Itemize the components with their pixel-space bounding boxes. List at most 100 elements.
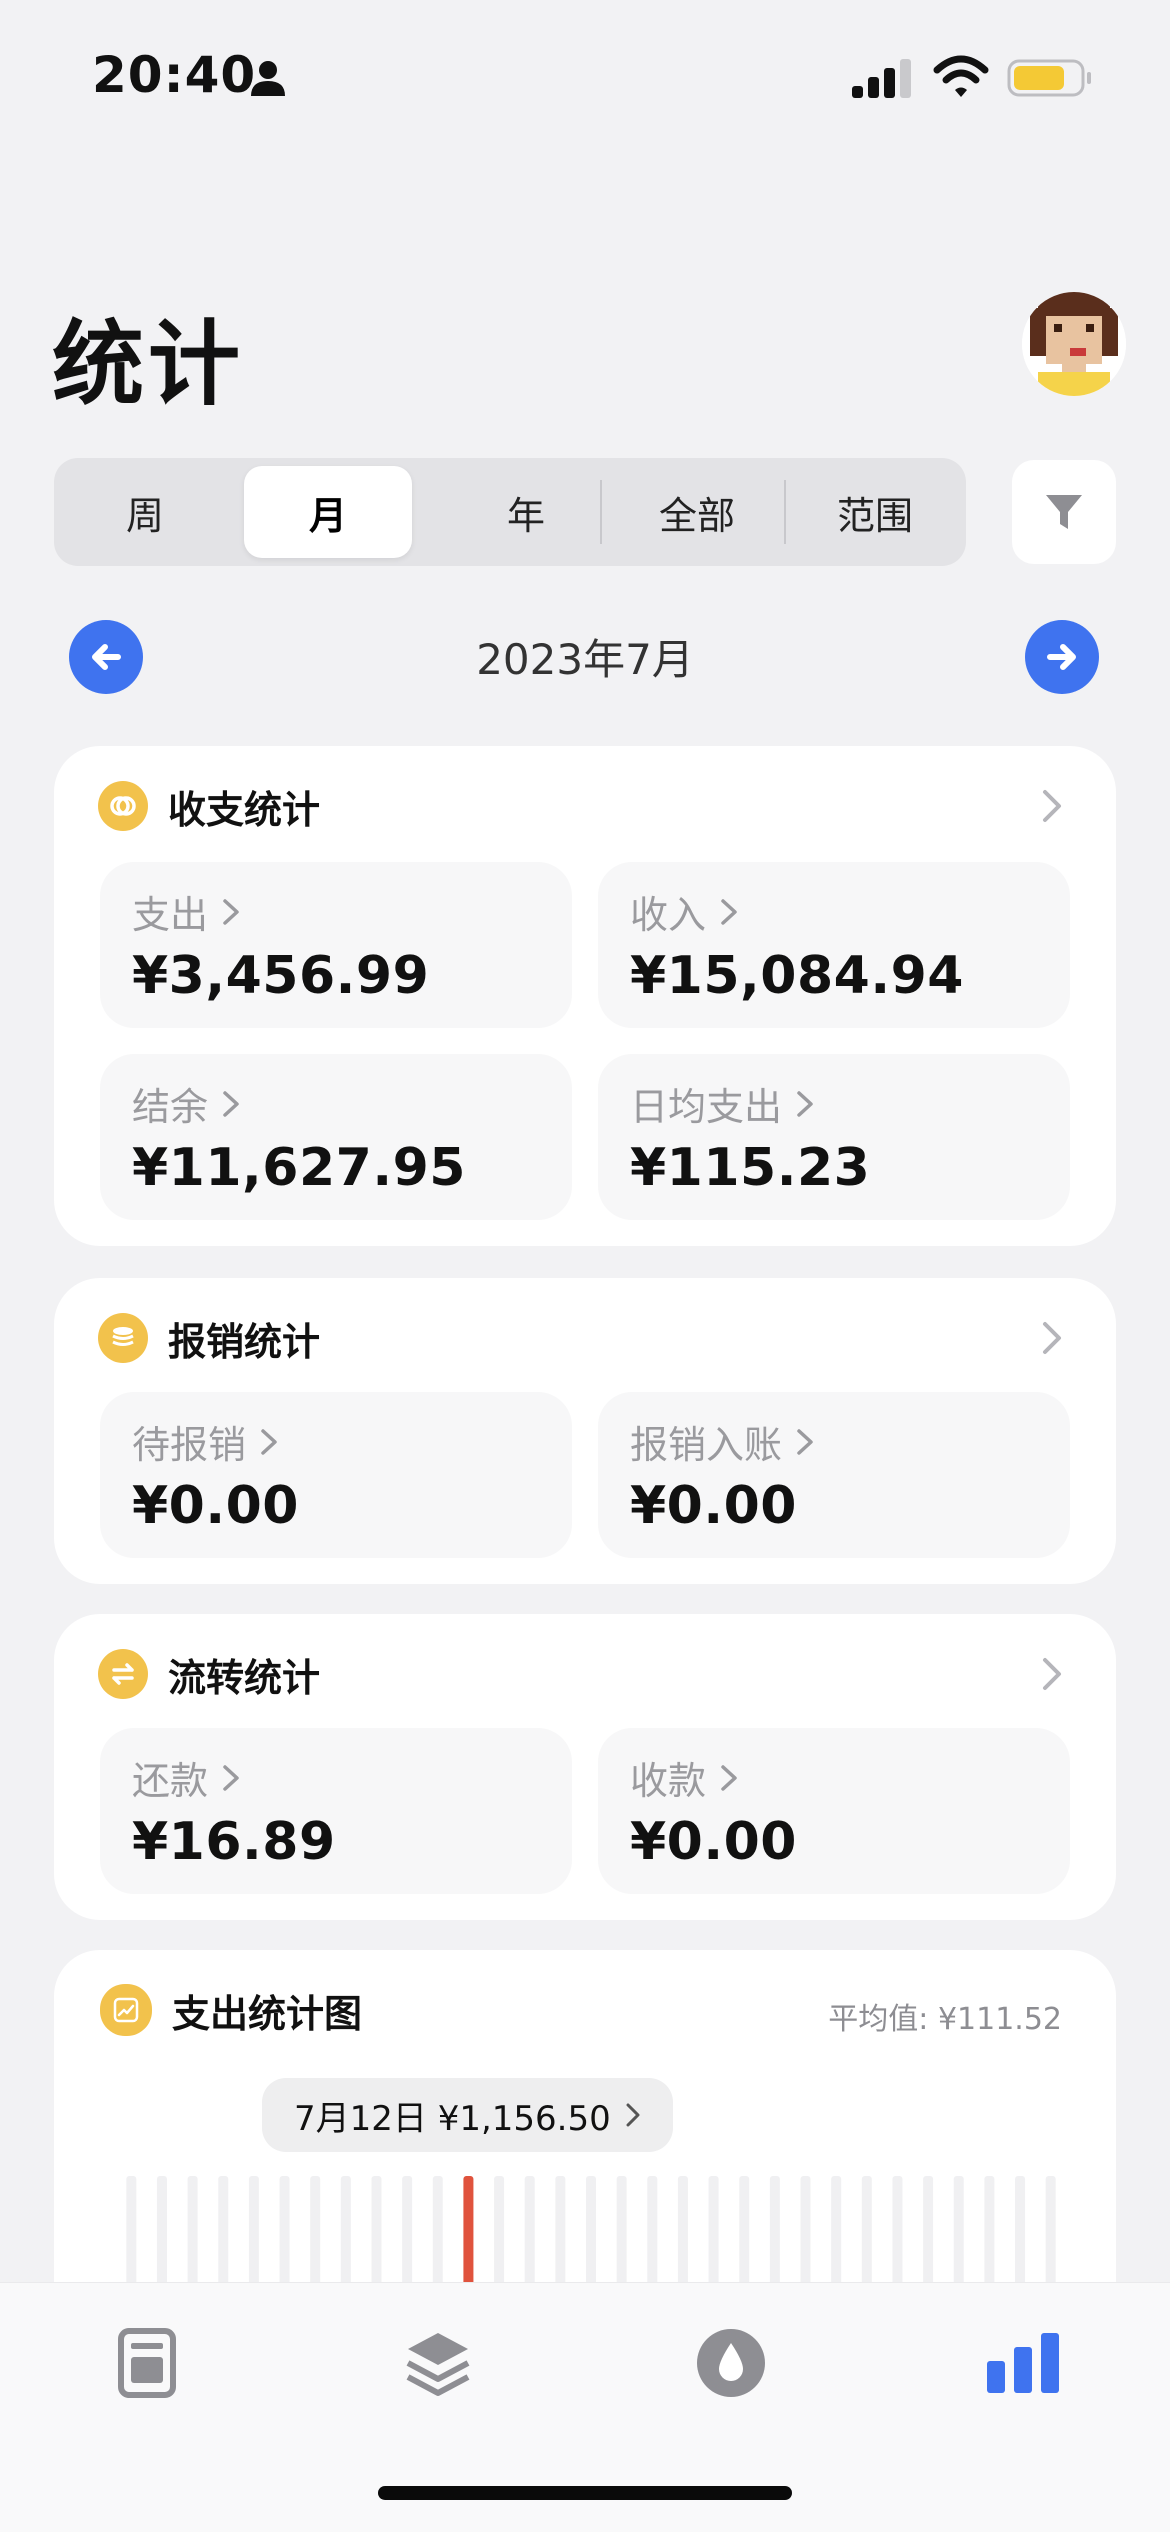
tab-ledger[interactable] <box>107 2323 187 2403</box>
chart-bar-track[interactable] <box>494 2176 505 2296</box>
tab-statistics[interactable] <box>983 2323 1063 2403</box>
chart-bar-track[interactable] <box>861 2176 872 2296</box>
reimbursement-received-tile[interactable]: 报销入账 ¥0.00 <box>598 1392 1070 1558</box>
chart-bar-track[interactable] <box>647 2176 658 2296</box>
person-icon <box>251 61 285 96</box>
chart-bar-track[interactable] <box>708 2176 719 2296</box>
chevron-right-icon[interactable] <box>1040 1320 1064 1356</box>
card-header: 收支统计 <box>98 780 320 832</box>
chart-bar-track[interactable] <box>555 2176 566 2296</box>
avatar-pixel-icon <box>1022 292 1126 396</box>
chevron-right-icon <box>223 1764 239 1791</box>
chevron-right-icon <box>223 1090 239 1117</box>
arrow-right-icon <box>1047 644 1076 670</box>
chevron-right-icon[interactable] <box>1040 1656 1064 1692</box>
chart-bar-track[interactable] <box>677 2176 688 2296</box>
chart-bar-track[interactable] <box>310 2176 321 2296</box>
segment-year[interactable]: 年 <box>436 458 616 566</box>
tile-value: ¥11,627.95 <box>132 1138 466 1198</box>
expense-bar-chart[interactable] <box>116 2176 1066 2296</box>
chart-bar-track[interactable] <box>953 2176 964 2296</box>
chevron-right-icon <box>626 2103 640 2127</box>
chart-bar-track[interactable] <box>432 2176 443 2296</box>
chart-bar-track[interactable] <box>1015 2176 1026 2296</box>
income-tile[interactable]: 收入 ¥15,084.94 <box>598 862 1070 1028</box>
tile-value: ¥3,456.99 <box>132 946 430 1006</box>
balance-tile[interactable]: 结余 ¥11,627.95 <box>100 1054 572 1220</box>
tile-label: 结余 <box>132 1085 209 1129</box>
tile-label: 收款 <box>630 1759 707 1803</box>
chart-tooltip[interactable]: 7月12日 ¥1,156.50 <box>262 2078 673 2152</box>
reimbursement-card[interactable]: 报销统计 待报销 ¥0.00 报销入账 ¥0.00 <box>54 1278 1116 1584</box>
tile-label: 日均支出 <box>630 1085 783 1129</box>
tile-label: 收入 <box>630 893 707 937</box>
chevron-right-icon <box>261 1428 277 1455</box>
tile-value: ¥16.89 <box>132 1812 336 1872</box>
status-bar: 20:40 <box>0 0 1170 150</box>
chart-bar-track[interactable] <box>371 2176 382 2296</box>
chart-bar-track[interactable] <box>340 2176 351 2296</box>
pending-reimbursement-tile[interactable]: 待报销 ¥0.00 <box>100 1392 572 1558</box>
tile-label: 支出 <box>132 893 209 937</box>
chart-bar-track[interactable] <box>892 2176 903 2296</box>
segment-divider <box>784 480 786 544</box>
chart-bar-track[interactable] <box>616 2176 627 2296</box>
chart-bar-track[interactable] <box>126 2176 137 2296</box>
wifi-icon <box>933 55 989 97</box>
chart-bar-track[interactable] <box>831 2176 842 2296</box>
transfer-card[interactable]: 流转统计 还款 ¥16.89 收款 ¥0.00 <box>54 1614 1116 1920</box>
bar-chart-icon <box>987 2333 1059 2393</box>
card-header: 流转统计 <box>98 1648 320 1700</box>
chart-bar-track[interactable] <box>769 2176 780 2296</box>
ledger-icon <box>118 2328 176 2398</box>
coins-icon <box>98 1313 148 1363</box>
chart-bar-highlight[interactable] <box>463 2176 474 2296</box>
chart-bar-track[interactable] <box>923 2176 934 2296</box>
segment-month[interactable]: 月 <box>244 466 412 558</box>
chart-bar-track[interactable] <box>1045 2176 1056 2296</box>
filter-button[interactable] <box>1012 460 1116 564</box>
cellular-signal-icon <box>852 59 911 98</box>
period-segmented-control: 周 月 年 全部 范围 <box>54 458 966 566</box>
avatar[interactable] <box>1022 292 1126 396</box>
chart-bar-track[interactable] <box>248 2176 259 2296</box>
tile-label: 还款 <box>132 1759 209 1803</box>
swap-icon <box>98 1649 148 1699</box>
chart-bar-track[interactable] <box>156 2176 167 2296</box>
page-title: 统计 <box>52 311 245 418</box>
segment-range[interactable]: 范围 <box>790 458 960 566</box>
home-indicator <box>378 2486 792 2500</box>
chart-bar-track[interactable] <box>984 2176 995 2296</box>
chevron-right-icon[interactable] <box>1040 788 1064 824</box>
chart-bar-track[interactable] <box>800 2176 811 2296</box>
tab-drop[interactable] <box>691 2323 771 2403</box>
chart-bar-track[interactable] <box>739 2176 750 2296</box>
tile-value: ¥115.23 <box>630 1138 871 1198</box>
chart-bar-track[interactable] <box>402 2176 413 2296</box>
chart-bar-track[interactable] <box>586 2176 596 2296</box>
chevron-right-icon <box>721 1764 737 1791</box>
segment-all[interactable]: 全部 <box>612 458 782 566</box>
daily-average-tile[interactable]: 日均支出 ¥115.23 <box>598 1054 1070 1220</box>
card-title: 报销统计 <box>168 1319 321 1364</box>
chart-bar-track[interactable] <box>187 2176 198 2296</box>
tile-value: ¥0.00 <box>132 1476 299 1536</box>
tile-label: 报销入账 <box>630 1423 783 1467</box>
status-time: 20:40 <box>92 46 257 104</box>
expense-tile[interactable]: 支出 ¥3,456.99 <box>100 862 572 1028</box>
segment-week[interactable]: 周 <box>70 458 220 566</box>
tab-assets[interactable] <box>398 2323 478 2403</box>
tile-value: ¥15,084.94 <box>630 946 964 1006</box>
tile-label: 待报销 <box>132 1423 247 1467</box>
trend-icon <box>100 1984 152 2036</box>
tooltip-text: 7月12日 ¥1,156.50 <box>294 2098 611 2139</box>
card-title: 收支统计 <box>168 787 321 832</box>
income-expense-card[interactable]: 收支统计 支出 ¥3,456.99 收入 ¥15,084.94 结余 ¥11,6… <box>54 746 1116 1246</box>
current-month-label[interactable]: 2023年7月 <box>0 626 1170 687</box>
repayment-tile[interactable]: 还款 ¥16.89 <box>100 1728 572 1894</box>
chart-bar-track[interactable] <box>279 2176 290 2296</box>
chart-bar-track[interactable] <box>524 2176 535 2296</box>
next-month-button[interactable] <box>1025 620 1099 694</box>
chart-bar-track[interactable] <box>218 2176 229 2296</box>
collection-tile[interactable]: 收款 ¥0.00 <box>598 1728 1070 1894</box>
